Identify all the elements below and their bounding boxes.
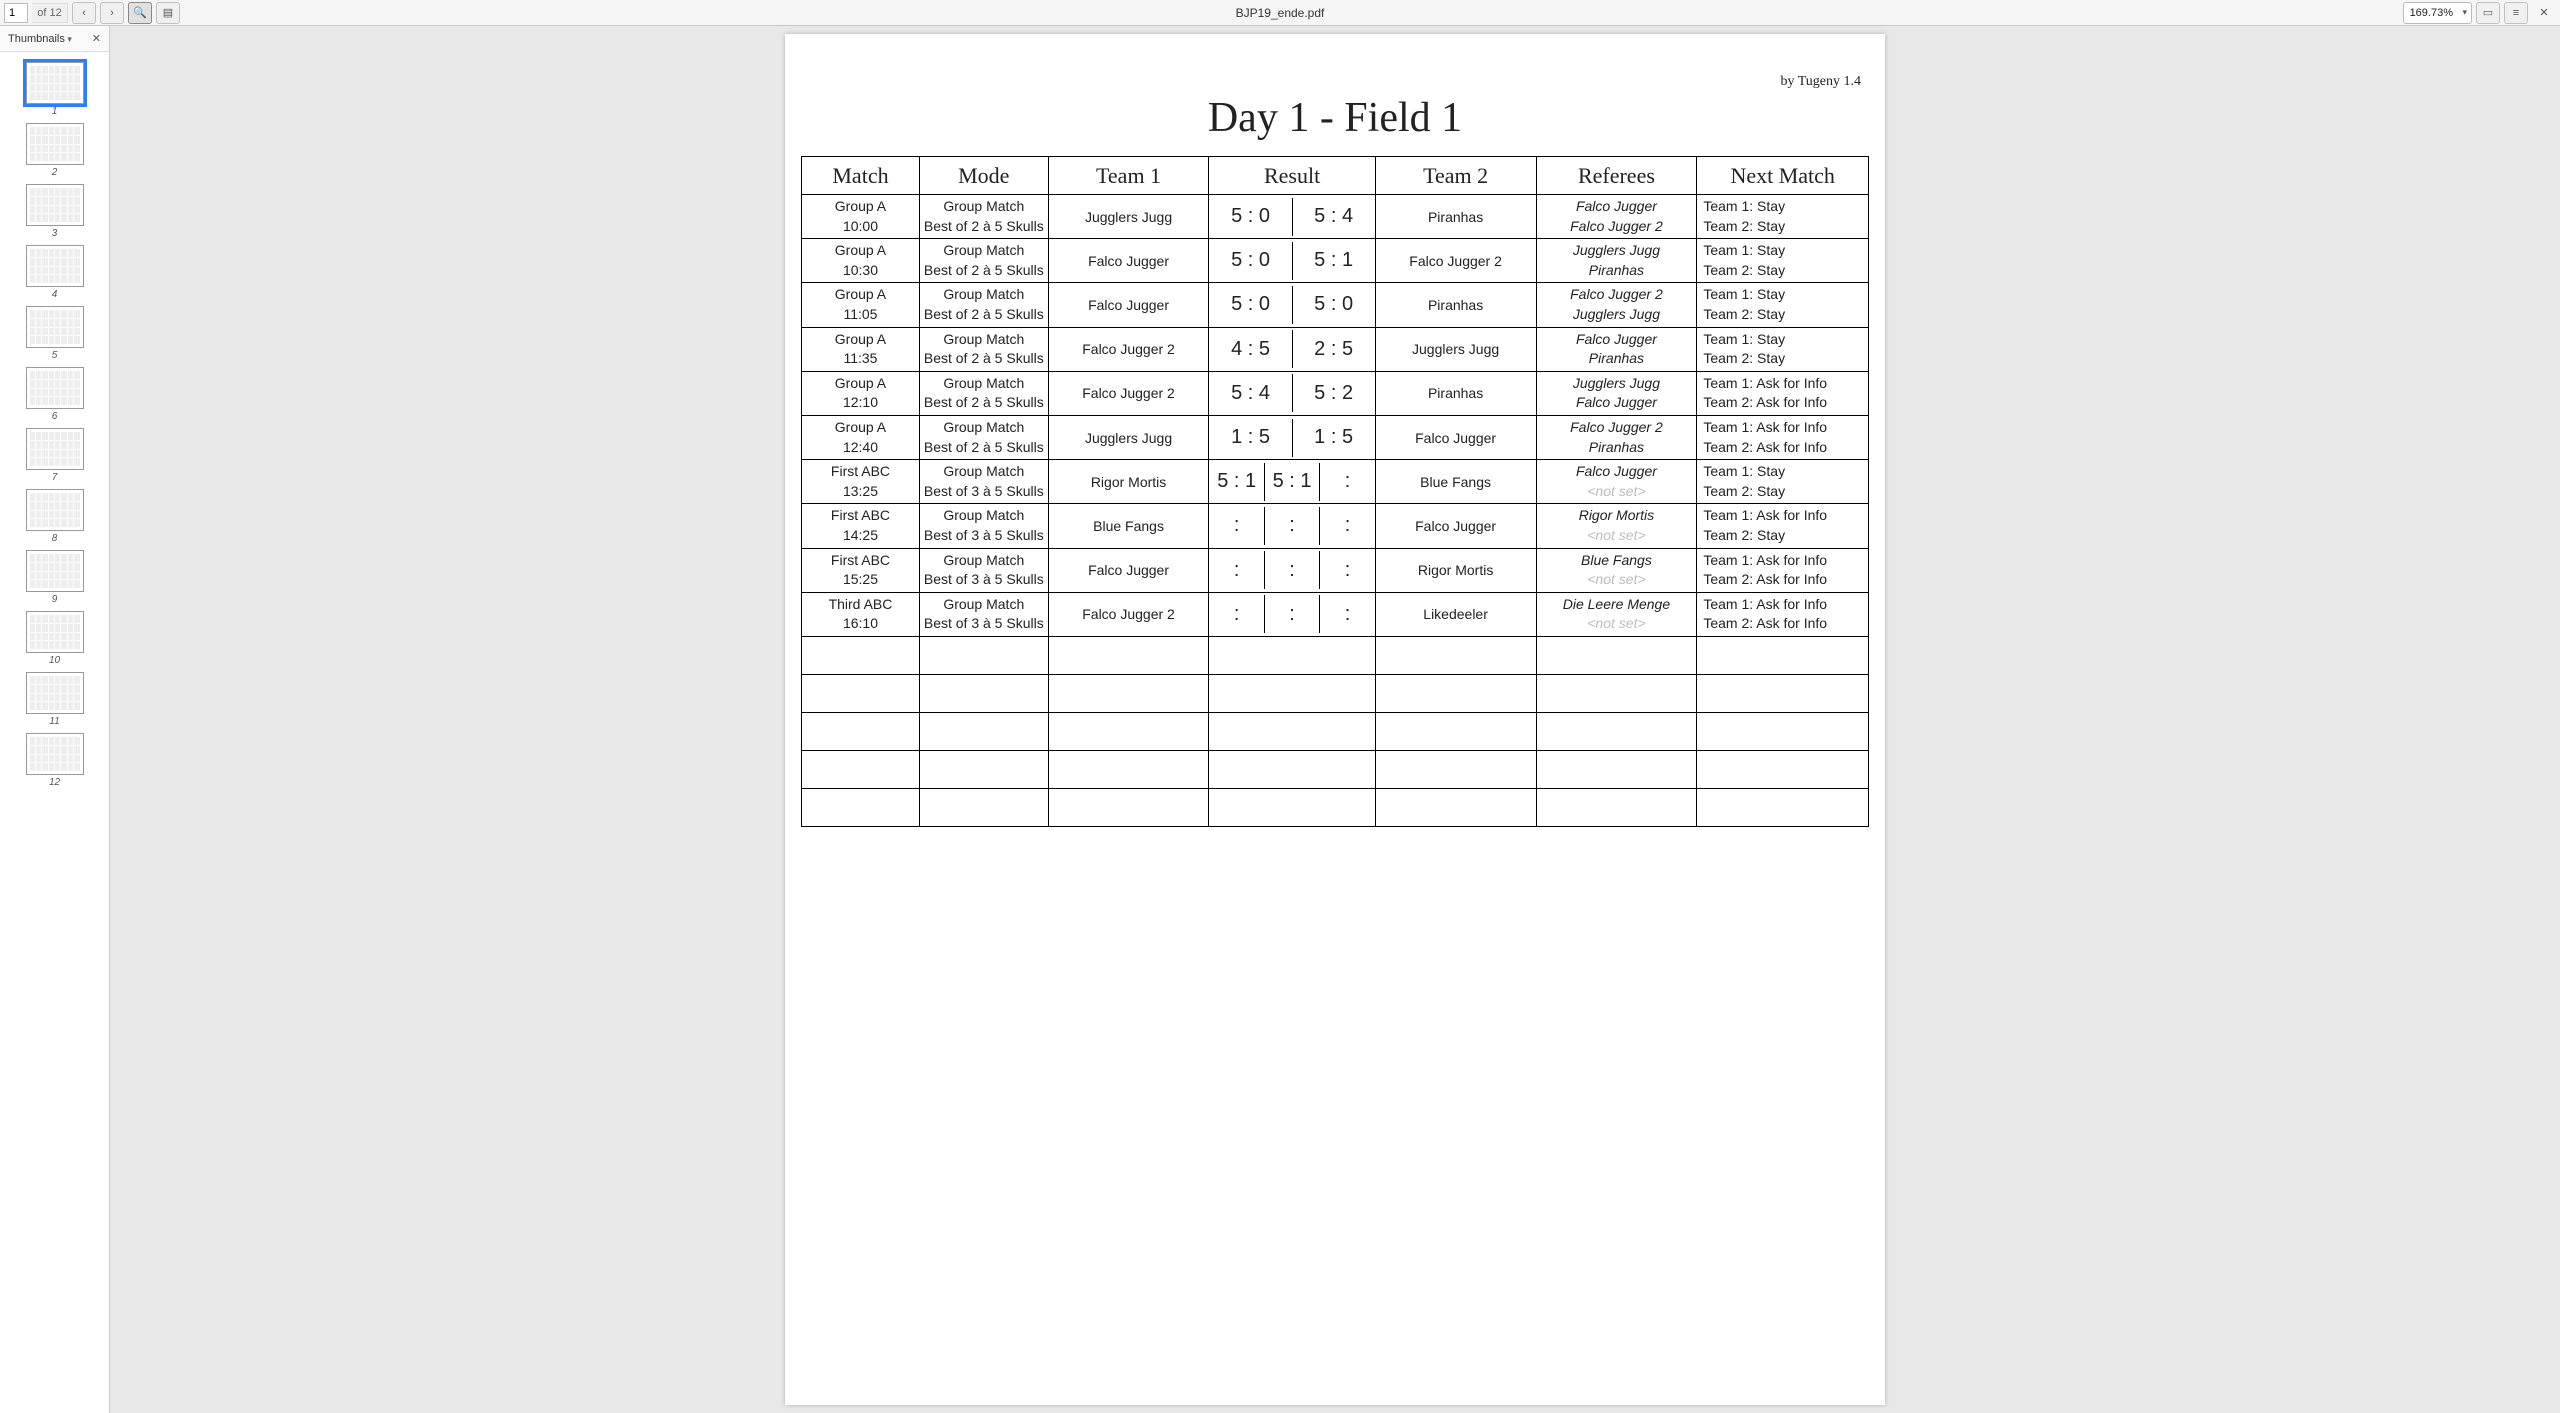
- outline-icon: ▤: [163, 6, 173, 19]
- table-row: Group A10:30Group MatchBest of 2 à 5 Sku…: [802, 239, 1869, 283]
- thumbnail-label: 5: [0, 350, 109, 361]
- view-mode-button[interactable]: ▭: [2476, 2, 2500, 24]
- table-row: Third ABC16:10Group MatchBest of 3 à 5 S…: [802, 592, 1869, 636]
- table-header-row: Match Mode Team 1 Result Team 2 Referees…: [802, 157, 1869, 195]
- page-count-label: of 12: [32, 3, 68, 23]
- search-icon: 🔍: [133, 6, 147, 19]
- search-button[interactable]: 🔍: [128, 2, 152, 24]
- table-row: First ABC15:25Group MatchBest of 3 à 5 S…: [802, 548, 1869, 592]
- thumbnail[interactable]: [26, 245, 84, 287]
- th-match: Match: [802, 157, 920, 195]
- thumbnail-label: 9: [0, 594, 109, 605]
- table-row-empty: [802, 750, 1869, 788]
- table-row-empty: [802, 712, 1869, 750]
- th-referees: Referees: [1536, 157, 1697, 195]
- thumbnail[interactable]: [26, 367, 84, 409]
- thumbnail-label: 1: [0, 106, 109, 117]
- sidebar: Thumbnails ✕ 123456789101112: [0, 26, 110, 1413]
- table-row: Group A10:00Group MatchBest of 2 à 5 Sku…: [802, 195, 1869, 239]
- page-viewport[interactable]: by Tugeny 1.4 Day 1 - Field 1 Match Mode…: [110, 26, 2560, 1413]
- thumbnail-label: 10: [0, 655, 109, 666]
- thumbnail[interactable]: [26, 428, 84, 470]
- zoom-select[interactable]: 169.73%: [2403, 2, 2472, 24]
- menu-button[interactable]: ≡: [2504, 2, 2528, 24]
- sidebar-close-button[interactable]: ✕: [92, 32, 101, 45]
- page: by Tugeny 1.4 Day 1 - Field 1 Match Mode…: [785, 34, 1885, 1405]
- thumbnail[interactable]: [26, 733, 84, 775]
- next-page-button[interactable]: ›: [100, 2, 124, 24]
- thumbnail[interactable]: [26, 62, 84, 104]
- credit-text: by Tugeny 1.4: [1780, 74, 1861, 90]
- page-number-input[interactable]: [4, 3, 28, 23]
- thumbnail-label: 3: [0, 228, 109, 239]
- thumbnail[interactable]: [26, 489, 84, 531]
- thumbnail[interactable]: [26, 550, 84, 592]
- th-team2: Team 2: [1375, 157, 1536, 195]
- th-team1: Team 1: [1048, 157, 1209, 195]
- document-title: BJP19_ende.pdf: [0, 6, 2560, 20]
- th-result: Result: [1209, 157, 1375, 195]
- page-title: Day 1 - Field 1: [801, 94, 1869, 142]
- zoom-value: 169.73%: [2410, 7, 2453, 19]
- close-window-button[interactable]: ✕: [2532, 2, 2556, 24]
- thumbnail-label: 4: [0, 289, 109, 300]
- table-row: Group A12:10Group MatchBest of 2 à 5 Sku…: [802, 371, 1869, 415]
- sidebar-header: Thumbnails ✕: [0, 26, 109, 52]
- table-row: First ABC13:25Group MatchBest of 3 à 5 S…: [802, 460, 1869, 504]
- thumbnail-label: 11: [0, 716, 109, 727]
- thumbnail[interactable]: [26, 306, 84, 348]
- th-mode: Mode: [919, 157, 1048, 195]
- table-row: First ABC14:25Group MatchBest of 3 à 5 S…: [802, 504, 1869, 548]
- prev-page-button[interactable]: ‹: [72, 2, 96, 24]
- thumbnail[interactable]: [26, 123, 84, 165]
- hamburger-icon: ≡: [2513, 7, 2519, 19]
- table-row-empty: [802, 788, 1869, 826]
- thumbnail-label: 6: [0, 411, 109, 422]
- page-icon: ▭: [2483, 6, 2493, 19]
- table-row-empty: [802, 674, 1869, 712]
- chevron-left-icon: ‹: [82, 7, 86, 19]
- thumbnail-label: 2: [0, 167, 109, 178]
- thumbnail-label: 8: [0, 533, 109, 544]
- table-row-empty: [802, 636, 1869, 674]
- close-icon: ✕: [2539, 6, 2548, 19]
- table-row: Group A11:05Group MatchBest of 2 à 5 Sku…: [802, 283, 1869, 327]
- thumbnail-list: 123456789101112: [0, 52, 109, 1413]
- thumbnail[interactable]: [26, 611, 84, 653]
- thumbnail[interactable]: [26, 672, 84, 714]
- th-next: Next Match: [1697, 157, 1869, 195]
- schedule-table: Match Mode Team 1 Result Team 2 Referees…: [801, 156, 1869, 827]
- table-row: Group A12:40Group MatchBest of 2 à 5 Sku…: [802, 415, 1869, 459]
- thumbnail-label: 12: [0, 777, 109, 788]
- chevron-right-icon: ›: [110, 7, 114, 19]
- thumbnail[interactable]: [26, 184, 84, 226]
- outline-button[interactable]: ▤: [156, 2, 180, 24]
- sidebar-mode-select[interactable]: Thumbnails: [8, 33, 72, 45]
- thumbnail-label: 7: [0, 472, 109, 483]
- toolbar: of 12 ‹ › 🔍 ▤ BJP19_ende.pdf 169.73% ▭ ≡…: [0, 0, 2560, 26]
- table-row: Group A11:35Group MatchBest of 2 à 5 Sku…: [802, 327, 1869, 371]
